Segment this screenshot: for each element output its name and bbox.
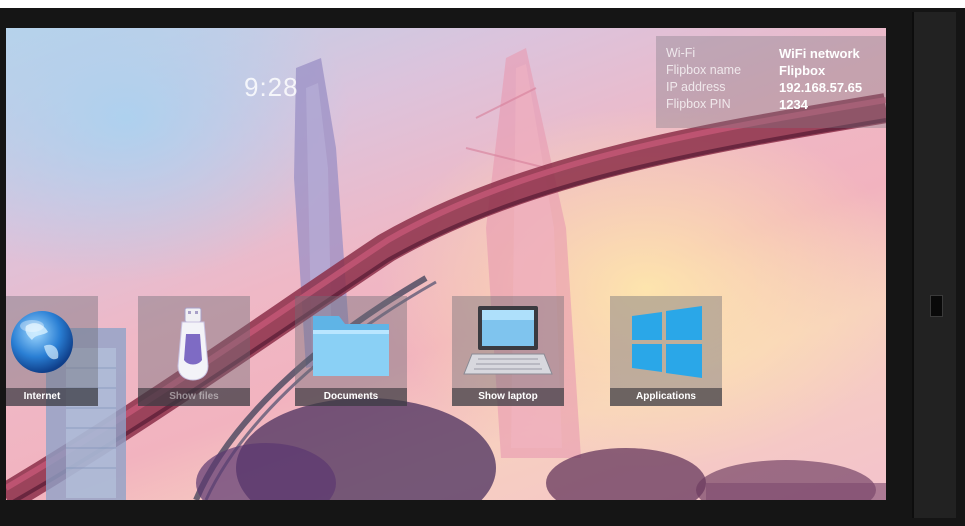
tile-applications[interactable]: Applications: [610, 296, 722, 406]
tile-show-files[interactable]: Show files: [138, 296, 250, 406]
info-key: Flipbox name: [666, 63, 742, 77]
info-value: Flipbox: [779, 63, 826, 78]
windows-icon: [632, 306, 702, 378]
tile-internet[interactable]: Internet: [6, 296, 98, 406]
tile-label: Show files: [138, 388, 250, 406]
tile-label: Internet: [6, 388, 98, 406]
tile-label: Documents: [295, 388, 407, 406]
info-key: IP address: [666, 80, 726, 94]
folder-icon: [313, 316, 389, 376]
tile-label: Applications: [610, 388, 722, 406]
side-port: [930, 295, 943, 317]
connection-info-panel: Wi-Fi WiFi network Flipbox name Flipbox …: [656, 36, 886, 128]
home-screen: 9:28 Wi-Fi WiFi network Flipbox name Fli…: [6, 28, 886, 500]
info-value: WiFi network: [779, 46, 860, 61]
globe-icon: [11, 311, 73, 373]
usb-stick-icon: [177, 307, 209, 381]
clock: 9:28: [244, 72, 299, 102]
tile-show-laptop[interactable]: Show laptop: [452, 296, 564, 406]
tile-documents[interactable]: Documents: [295, 296, 407, 406]
info-key: Flipbox PIN: [666, 97, 731, 111]
info-key: Wi-Fi: [666, 46, 696, 60]
laptop-icon: [463, 306, 553, 375]
info-value: 192.168.57.65: [779, 80, 863, 95]
side-connection-panel: [912, 12, 956, 518]
info-value: 1234: [779, 97, 808, 112]
tile-label: Show laptop: [452, 388, 564, 406]
